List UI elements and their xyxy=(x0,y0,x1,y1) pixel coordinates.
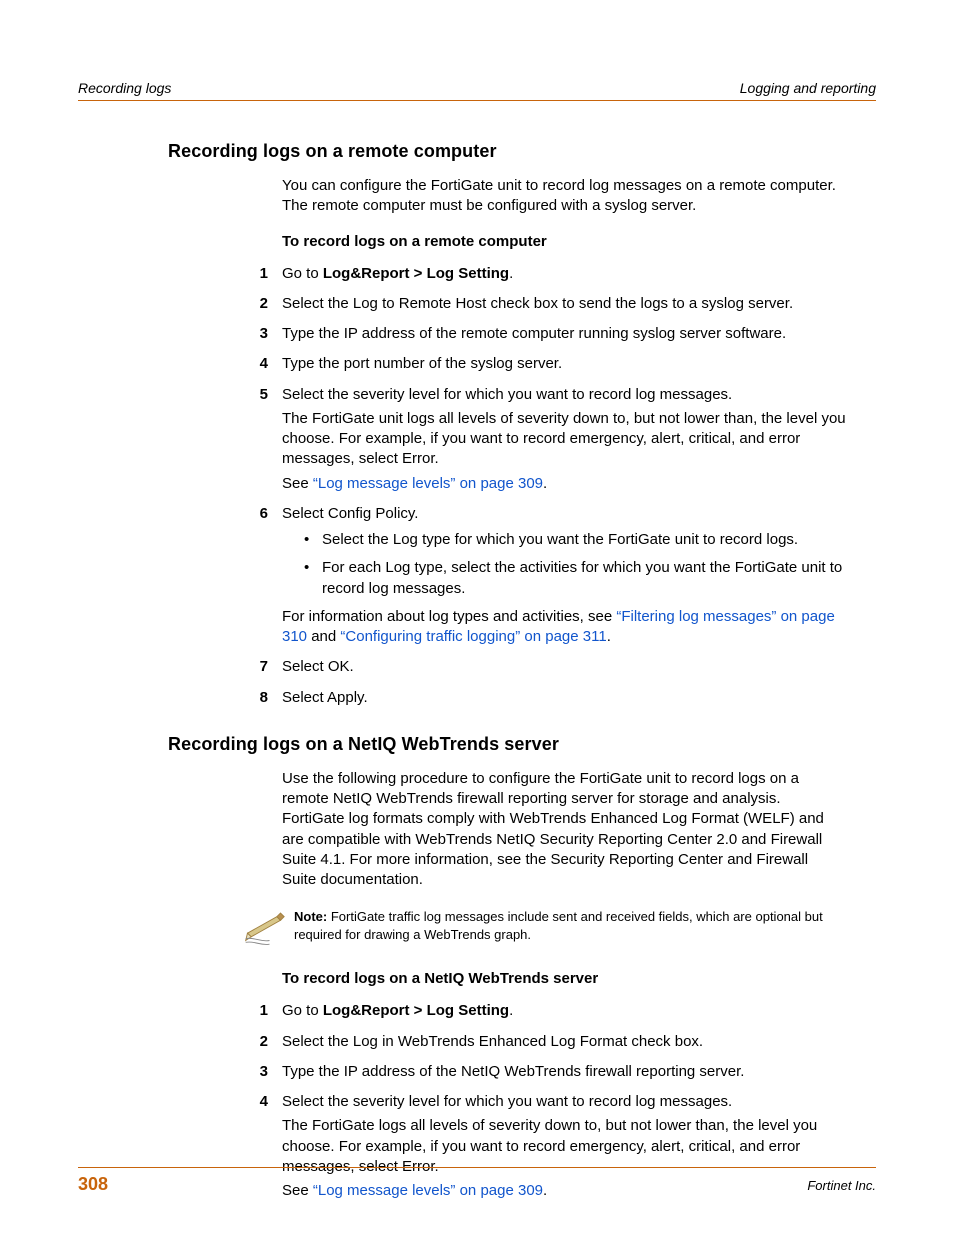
section-heading-remote-computer: Recording logs on a remote computer xyxy=(168,141,876,162)
page-footer: 308 Fortinet Inc. xyxy=(78,1167,876,1195)
footer-rule xyxy=(78,1167,876,1168)
step-8: 8 Select Apply. xyxy=(248,688,846,708)
page-number: 308 xyxy=(78,1174,108,1195)
note-label: Note: xyxy=(294,909,331,924)
step-number: 2 xyxy=(242,1032,268,1052)
step-number: 7 xyxy=(242,657,268,677)
step-3-text: Type the IP address of the remote comput… xyxy=(282,324,846,344)
header-right: Logging and reporting xyxy=(740,80,876,96)
step-number: 8 xyxy=(242,688,268,708)
step-6-info-post: . xyxy=(607,628,611,645)
section1-body: You can configure the FortiGate unit to … xyxy=(282,176,846,708)
section2-body: Use the following procedure to configure… xyxy=(282,769,846,891)
step-number: 3 xyxy=(242,1062,268,1082)
step-6-info-mid: and xyxy=(307,628,340,645)
step-1-pre: Go to xyxy=(282,1002,323,1019)
note-block: Note: FortiGate traffic log messages inc… xyxy=(242,908,846,946)
step-number: 1 xyxy=(242,1001,268,1021)
step-number: 1 xyxy=(242,264,268,284)
link-configuring-traffic-logging[interactable]: “Configuring traffic logging” on page 31… xyxy=(340,628,606,645)
step-6-info-pre: For information about log types and acti… xyxy=(282,608,616,625)
header-rule xyxy=(78,100,876,101)
procedure-title-2: To record logs on a NetIQ WebTrends serv… xyxy=(282,970,846,987)
section-heading-webtrends: Recording logs on a NetIQ WebTrends serv… xyxy=(168,734,876,755)
page: Recording logs Logging and reporting Rec… xyxy=(0,0,954,1235)
step-7-text: Select OK. xyxy=(282,657,846,677)
step-6-line1: Select Config Policy. xyxy=(282,505,418,522)
step-2-text: Select the Log in WebTrends Enhanced Log… xyxy=(282,1032,846,1052)
step-6: 6 Select Config Policy. Select the Log t… xyxy=(248,504,846,648)
step-number: 2 xyxy=(242,294,268,314)
step-number: 4 xyxy=(242,354,268,374)
step-2: 2 Select the Log to Remote Host check bo… xyxy=(248,294,846,314)
step-5-see-pre: See xyxy=(282,475,313,492)
procedure-title-1: To record logs on a remote computer xyxy=(282,233,846,250)
step-6-sublist: Select the Log type for which you want t… xyxy=(304,530,846,599)
step-5-line1: Select the severity level for which you … xyxy=(282,386,732,403)
note-body: FortiGate traffic log messages include s… xyxy=(294,909,823,942)
running-header: Recording logs Logging and reporting xyxy=(78,80,876,96)
note-icon xyxy=(242,902,286,946)
nav-path: Log&Report > Log Setting xyxy=(323,1002,509,1019)
step-8-text: Select Apply. xyxy=(282,688,846,708)
footer-company: Fortinet Inc. xyxy=(807,1178,876,1193)
step-1-post: . xyxy=(509,1002,513,1019)
header-left: Recording logs xyxy=(78,80,171,96)
step-2-text: Select the Log to Remote Host check box … xyxy=(282,294,846,314)
section2-intro: Use the following procedure to configure… xyxy=(282,769,846,891)
procedure-steps-1: 1 Go to Log&Report > Log Setting. 2 Sele… xyxy=(282,264,846,708)
step-6-sub1: Select the Log type for which you want t… xyxy=(304,530,846,550)
step-number: 3 xyxy=(242,324,268,344)
step-3-text: Type the IP address of the NetIQ WebTren… xyxy=(282,1062,846,1082)
step-1: 1 Go to Log&Report > Log Setting. xyxy=(248,1001,846,1021)
step-4: 4 Type the port number of the syslog ser… xyxy=(248,354,846,374)
step-4-line1: Select the severity level for which you … xyxy=(282,1093,732,1110)
nav-path: Log&Report > Log Setting xyxy=(323,265,509,282)
step-5-line2: The FortiGate unit logs all levels of se… xyxy=(282,409,846,470)
step-1: 1 Go to Log&Report > Log Setting. xyxy=(248,264,846,284)
step-number: 4 xyxy=(242,1092,268,1112)
note-text: Note: FortiGate traffic log messages inc… xyxy=(294,908,846,943)
step-3: 3 Type the IP address of the remote comp… xyxy=(248,324,846,344)
step-7: 7 Select OK. xyxy=(248,657,846,677)
step-number: 6 xyxy=(242,504,268,524)
step-number: 5 xyxy=(242,385,268,405)
step-6-sub2: For each Log type, select the activities… xyxy=(304,558,846,599)
step-5-see-post: . xyxy=(543,475,547,492)
step-2: 2 Select the Log in WebTrends Enhanced L… xyxy=(248,1032,846,1052)
step-1-pre: Go to xyxy=(282,265,323,282)
step-3: 3 Type the IP address of the NetIQ WebTr… xyxy=(248,1062,846,1082)
step-4-text: Type the port number of the syslog serve… xyxy=(282,354,846,374)
step-1-post: . xyxy=(509,265,513,282)
link-log-message-levels[interactable]: “Log message levels” on page 309 xyxy=(313,475,543,492)
section1-intro: You can configure the FortiGate unit to … xyxy=(282,176,846,217)
step-5: 5 Select the severity level for which yo… xyxy=(248,385,846,494)
